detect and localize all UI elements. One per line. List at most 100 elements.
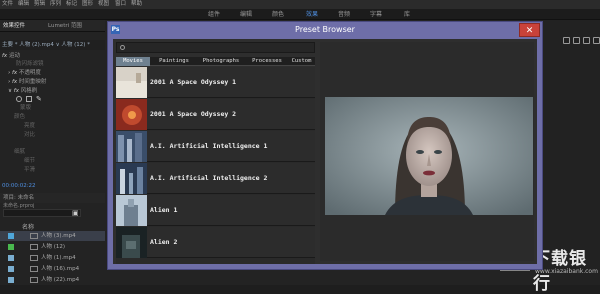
menu-file[interactable]: 文件 — [2, 0, 13, 9]
preset-item[interactable]: 2001 A Space Odyssey 1 — [116, 67, 315, 98]
tree-row-style-brush[interactable]: ∨ fx 风格刷 — [8, 87, 37, 95]
calendar-icon[interactable] — [573, 37, 580, 44]
name-column-header[interactable]: 名称 — [22, 222, 34, 231]
tree-row-detail[interactable]: 细节 — [24, 157, 35, 165]
project-search-input[interactable] — [3, 209, 81, 217]
preset-label: A.I. Artificial Intelligence 1 — [150, 142, 268, 150]
tree-row-brightness[interactable]: 亮度 — [24, 122, 35, 130]
search-icon — [120, 45, 125, 50]
menu-graphics[interactable]: 图形 — [82, 0, 93, 9]
preset-item[interactable]: Alien 1 — [116, 195, 315, 226]
rectangle-mask-icon[interactable] — [26, 96, 32, 102]
workspace-tab-captions[interactable]: 字幕 — [370, 9, 382, 20]
tree-row-contrast[interactable]: 对比 — [24, 131, 35, 139]
tab-custom[interactable]: Custom — [288, 57, 315, 66]
tree-row-mask[interactable]: 蒙版 — [20, 104, 31, 112]
pen-mask-icon[interactable]: ✎ — [36, 96, 42, 103]
project-item-label: 人物 (3).mp4 — [41, 233, 76, 239]
project-item-label: 人物 (12) — [41, 244, 66, 250]
fx-icon: ∨ fx — [8, 88, 21, 94]
workspace-tab-assembly[interactable]: 组件 — [208, 9, 220, 20]
tree-row-flicker[interactable]: 防闪烁滤镜 — [16, 60, 44, 68]
label-color-chip — [8, 233, 14, 239]
preset-thumbnail — [116, 67, 147, 98]
preset-thumbnail — [116, 99, 147, 130]
calendar-icon[interactable] — [583, 37, 590, 44]
menu-marker[interactable]: 标记 — [66, 0, 77, 9]
preset-thumbnail — [116, 195, 147, 226]
preset-item[interactable]: 2001 A Space Odyssey 2 — [116, 99, 315, 130]
tab-processes[interactable]: Processes — [246, 57, 288, 66]
tab-lumetri-scopes[interactable]: Lumetri 范围 — [48, 20, 82, 32]
preset-label: A.I. Artificial Intelligence 2 — [150, 174, 268, 182]
calendar-icon[interactable] — [563, 37, 570, 44]
label-color-chip — [8, 266, 14, 272]
preset-item[interactable]: A.I. Artificial Intelligence 2 — [116, 163, 315, 194]
calendar-icon[interactable] — [593, 37, 600, 44]
preset-browser-dialog: Ps Preset Browser ✕ Movies Paintings Pho… — [107, 21, 543, 270]
workspace-tab-color[interactable]: 颜色 — [272, 9, 284, 20]
menu-sequence[interactable]: 序列 — [50, 0, 61, 9]
menu-view[interactable]: 视图 — [98, 0, 109, 9]
workspace-bar: 组件 编辑 颜色 效果 音频 字幕 库 — [0, 9, 600, 20]
clip-header[interactable]: 主要 * 人物 (2).mp4 ∨ 人物 (12) * — [0, 40, 105, 50]
preset-label: 2001 A Space Odyssey 1 — [150, 78, 237, 86]
tree-row-smooth[interactable]: 平滑 — [24, 166, 35, 174]
tab-movies[interactable]: Movies — [116, 57, 150, 66]
category-tabs: Movies Paintings Photographs Processes C… — [116, 57, 315, 66]
menu-window[interactable]: 窗口 — [115, 0, 126, 9]
project-item-row[interactable]: 人物 (12) — [0, 242, 105, 252]
project-item-label: 人物 (22).mp4 — [41, 277, 80, 283]
video-clip-icon — [30, 233, 38, 239]
effect-tree: fx 运动 防闪烁滤镜 › fx 不透明度 › fx 时间重映射 ∨ fx 风格… — [0, 52, 105, 182]
project-item-label: 人物 (16).mp4 — [41, 266, 80, 272]
preset-list: 2001 A Space Odyssey 1 2001 A Space Odys… — [116, 67, 315, 264]
project-item-row[interactable]: 人物 (1).mp4 — [0, 253, 105, 263]
video-clip-icon — [30, 244, 38, 250]
dialog-title: Preset Browser — [295, 25, 355, 34]
effect-controls-tabs: 效果控件 Lumetri 范围 — [0, 20, 105, 32]
menu-clip[interactable]: 剪辑 — [34, 0, 45, 9]
fx-icon: › fx — [8, 79, 19, 85]
tab-photographs[interactable]: Photographs — [196, 57, 246, 66]
playhead-timecode[interactable]: 00:00:02:22 — [2, 183, 36, 189]
workspace-tab-editing[interactable]: 编辑 — [240, 9, 252, 20]
tab-paintings[interactable]: Paintings — [152, 57, 196, 66]
video-clip-icon — [30, 266, 38, 272]
tree-row-fineness[interactable]: 细腻 — [14, 148, 25, 156]
mask-shape-tools: ✎ — [16, 95, 56, 103]
project-item-row[interactable]: 人物 (16).mp4 — [0, 264, 105, 274]
watermark-url: www.xiazaibank.com — [535, 268, 598, 275]
project-file-name: 未命名.prproj — [3, 203, 35, 209]
tree-row-time-remap[interactable]: › fx 时间重映射 — [8, 78, 46, 86]
menu-bar: 文件 编辑 剪辑 序列 标记 图形 视图 窗口 帮助 — [0, 0, 600, 9]
preset-label: Alien 1 — [150, 206, 178, 214]
fx-icon: › fx — [8, 70, 19, 76]
preview-image — [325, 97, 533, 215]
menu-help[interactable]: 帮助 — [131, 0, 142, 9]
video-clip-icon — [30, 277, 38, 283]
tree-row-color[interactable]: 颜色 — [14, 113, 25, 121]
video-clip-icon — [30, 255, 38, 261]
workspace-tab-effects[interactable]: 效果 — [306, 9, 318, 20]
project-item-row[interactable]: 人物 (3).mp4 — [0, 231, 105, 241]
preset-item[interactable]: Alien 2 — [116, 227, 315, 258]
preset-thumbnail — [116, 163, 147, 194]
label-color-chip — [8, 255, 14, 261]
project-item-row[interactable]: 人物 (22).mp4 — [0, 275, 105, 285]
close-button[interactable]: ✕ — [519, 23, 540, 37]
workspace-tab-audio[interactable]: 音频 — [338, 9, 350, 20]
new-bin-icon[interactable]: ▣ — [72, 209, 80, 217]
menu-edit[interactable]: 编辑 — [18, 0, 29, 9]
fx-icon: fx — [2, 53, 9, 59]
project-item-label: 人物 (1).mp4 — [41, 255, 76, 261]
preset-item[interactable]: A.I. Artificial Intelligence 1 — [116, 131, 315, 162]
tab-effect-controls[interactable]: 效果控件 — [3, 20, 25, 32]
workspace-tab-libraries[interactable]: 库 — [404, 9, 410, 20]
dialog-body: Movies Paintings Photographs Processes C… — [113, 39, 537, 264]
ellipse-mask-icon[interactable] — [16, 96, 22, 102]
tree-row-motion[interactable]: fx 运动 — [2, 52, 20, 60]
preset-search-input[interactable] — [116, 42, 315, 53]
preset-label: Alien 2 — [150, 238, 178, 246]
tree-row-opacity[interactable]: › fx 不透明度 — [8, 69, 41, 77]
